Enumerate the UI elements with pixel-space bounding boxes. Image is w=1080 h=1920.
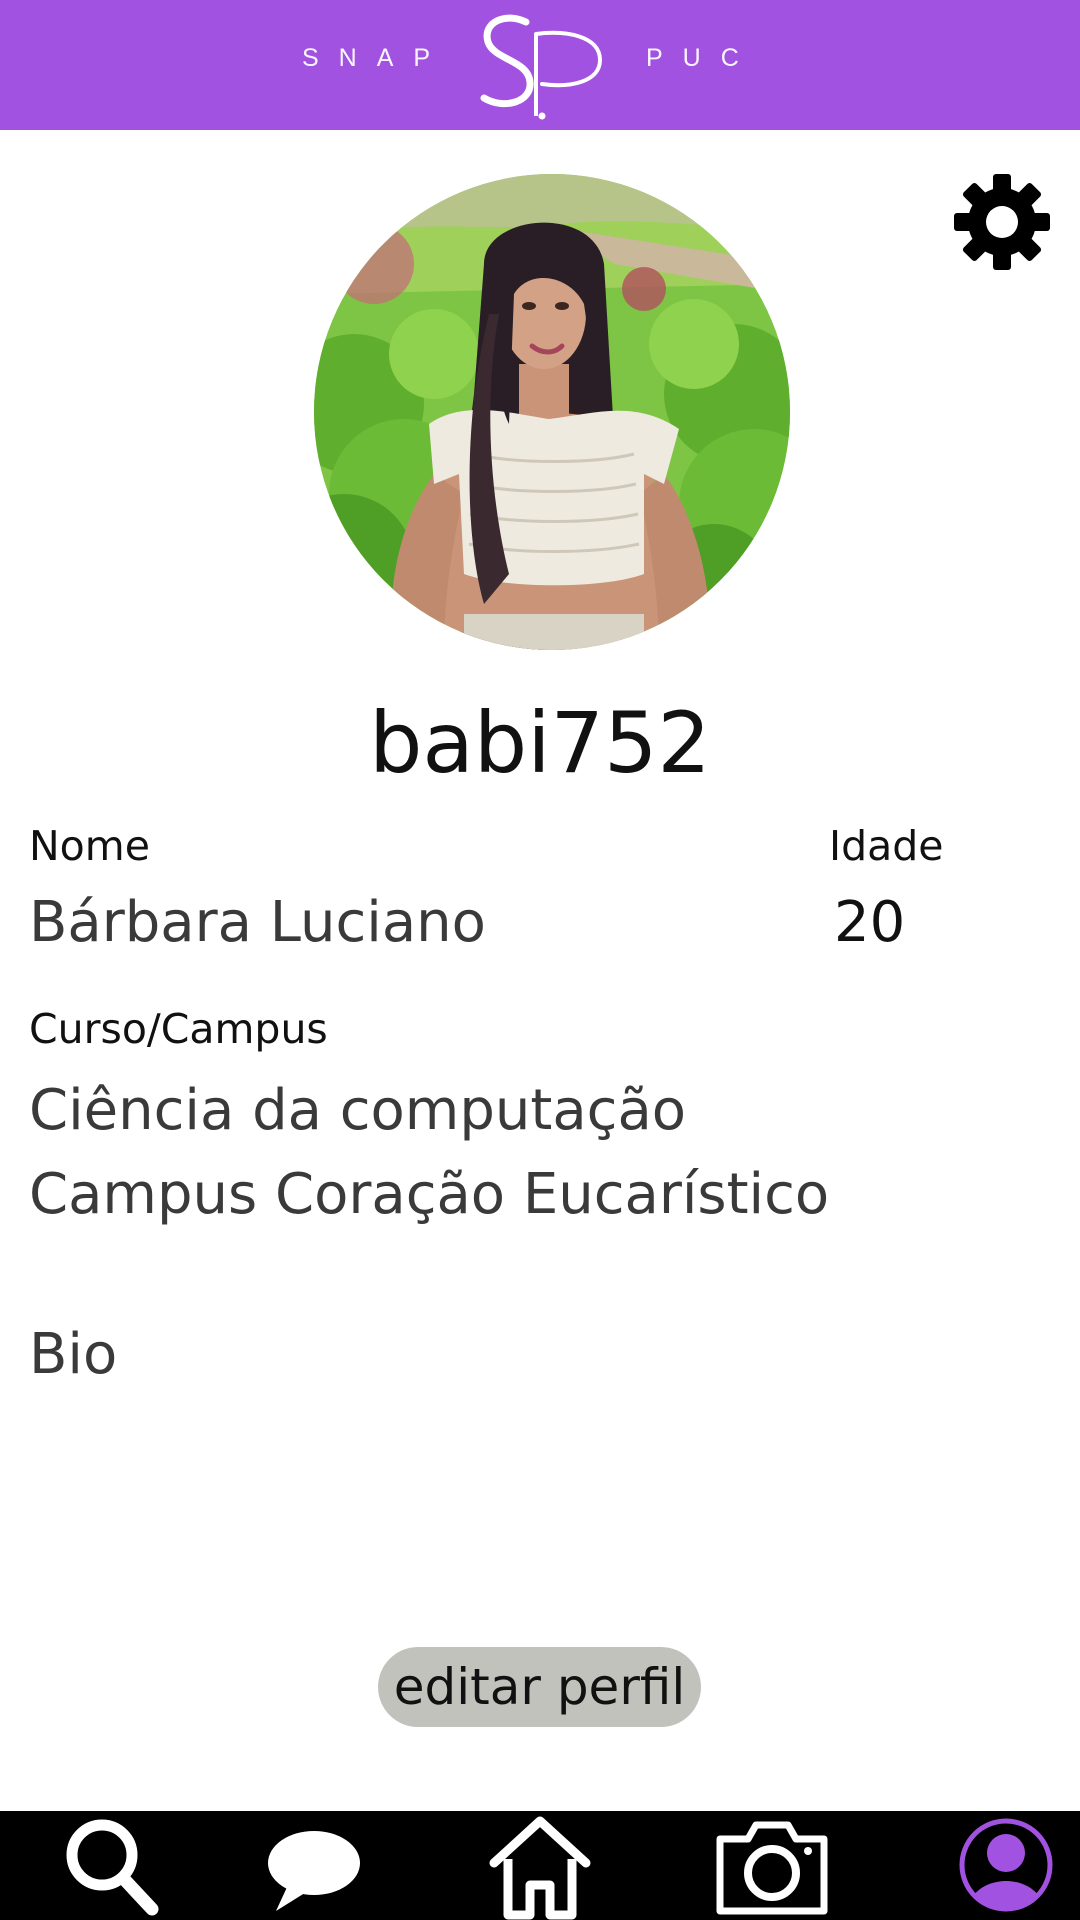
- sp-logo-icon: [480, 14, 603, 120]
- user-profile-icon: [959, 1818, 1053, 1912]
- nav-profile[interactable]: [958, 1811, 1054, 1920]
- nav-search[interactable]: [60, 1811, 164, 1920]
- age-label: Idade: [829, 822, 944, 870]
- chat-bubble-icon: [268, 1831, 360, 1911]
- camera-icon: [716, 1821, 828, 1915]
- username: babi752: [369, 694, 711, 792]
- settings-button[interactable]: [952, 172, 1052, 272]
- bio-label: Bio: [29, 1322, 118, 1387]
- course-value: Ciência da computação: [29, 1078, 687, 1143]
- gear-icon: [954, 174, 1050, 270]
- course-campus-label: Curso/Campus: [29, 1005, 328, 1053]
- brand-name-left: SNAP: [302, 44, 451, 72]
- profile-screen: SNAP PUC babi752 Nome Bárbara Luciano Id…: [0, 0, 1080, 1920]
- search-icon: [66, 1819, 159, 1916]
- age-value: 20: [834, 890, 906, 955]
- brand-name-right: PUC: [646, 44, 759, 72]
- nav-camera[interactable]: [714, 1811, 830, 1920]
- name-label: Nome: [29, 822, 150, 870]
- campus-value: Campus Coração Eucarístico: [29, 1162, 830, 1227]
- profile-photo: [314, 174, 790, 650]
- name-value: Bárbara Luciano: [29, 890, 486, 955]
- app-header: SNAP PUC: [0, 0, 1080, 130]
- profile-avatar: [314, 174, 790, 650]
- bottom-nav: [0, 1811, 1080, 1920]
- edit-profile-button[interactable]: editar perfil: [378, 1647, 701, 1727]
- home-icon: [489, 1816, 591, 1920]
- nav-chat[interactable]: [264, 1811, 364, 1920]
- nav-home[interactable]: [488, 1811, 592, 1920]
